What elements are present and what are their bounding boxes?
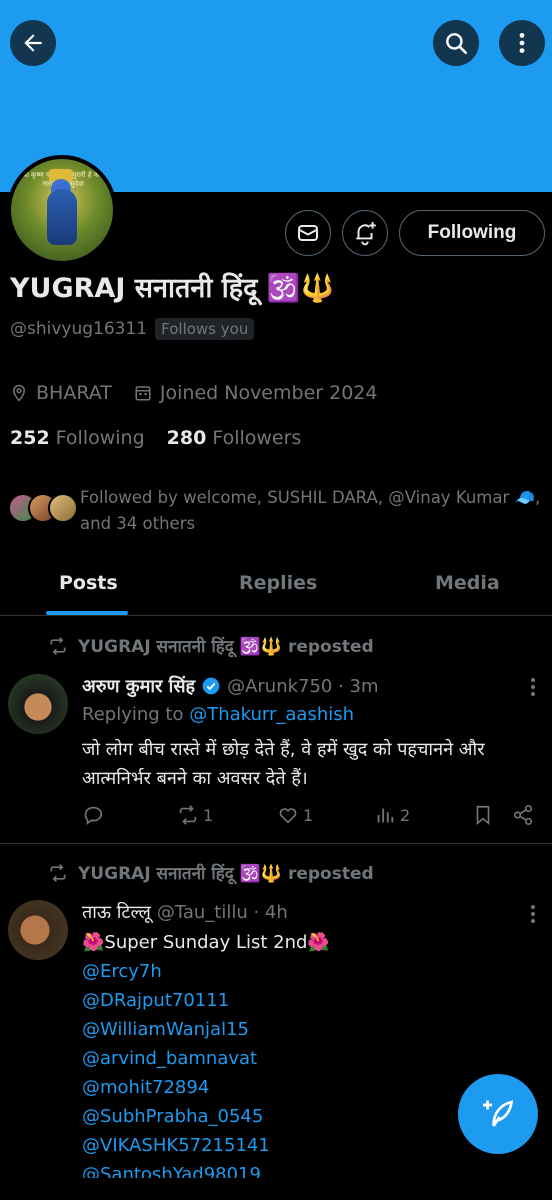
post-author-avatar[interactable] [8,674,68,734]
views-count: 2 [400,805,411,825]
replying-to: Replying to @Thakurr_aashish [82,704,354,725]
compose-button[interactable] [458,1074,538,1154]
repost-indicator: YUGRAJ सनातनी हिंदू 🕉️🔱 reposted [48,861,374,884]
profile-meta: BHARAT Joined November 2024 [10,382,399,404]
post-handle-time: @Arunk750 · 3m [227,675,379,697]
post-header: अरुण कुमार सिंह @Arunk750 · 3m [82,674,379,698]
post-more-button[interactable] [524,903,542,925]
followers-count-link[interactable]: 280 Followers [167,427,302,449]
tab-media[interactable]: Media [435,572,500,594]
calendar-icon [135,386,151,401]
post-title: 🌺Super Sunday List 2nd🌺 [82,932,330,953]
location-text: BHARAT [36,382,112,404]
post-author-avatar[interactable] [8,900,68,960]
mention-link[interactable]: @DRajput70111 [82,986,544,1015]
arrow-left-icon [24,34,42,52]
share-button[interactable] [512,804,534,826]
profile-tabs: Posts Replies Media [0,556,552,616]
like-button[interactable]: 1 [277,804,313,826]
compose-feather-icon [483,1100,514,1127]
mention-link[interactable]: @Ercy7h [82,957,544,986]
repost-icon [50,863,66,882]
following-count: 252 [10,427,50,449]
search-button[interactable] [433,20,479,66]
post-author[interactable]: ताऊ टिल्लू [82,900,151,924]
joined-text: Joined November 2024 [159,382,378,404]
bookmark-button[interactable] [472,804,494,826]
followers-label: Followers [212,427,302,449]
follows-you-badge: Follows you [155,318,255,340]
post-more-button[interactable] [524,676,542,698]
followers-count: 280 [166,427,207,449]
follow-counts: 252 Following 280 Followers [10,427,301,449]
bell-plus-icon [356,222,376,246]
post-author[interactable]: अरुण कुमार सिंह [82,674,195,698]
avatar-image: श्री कृष्ण गोविंद हरे मुरारी हे नाथ नारा… [11,159,113,261]
following-button[interactable]: Following [399,210,545,256]
post-text: 🌺Super Sunday List 2nd🌺 @Ercy7h @DRajput… [82,928,544,1189]
handle-row: @shivyug16311 Follows you [10,318,255,340]
replying-prefix: Replying to [82,704,190,725]
reply-button[interactable] [82,804,104,826]
profile-name: YUGRAJ सनातनी हिंदू 🕉️🔱 [10,273,335,304]
profile-handle: @shivyug16311 [10,319,148,339]
mail-icon [298,225,318,241]
views-button[interactable]: 2 [374,804,410,826]
post-header: ताऊ टिल्लू @Tau_tillu · 4h [82,900,288,924]
repost-icon [50,636,66,655]
like-count: 1 [303,805,314,825]
post-actions: 1 1 2 [82,804,544,832]
post-handle-time: @Tau_tillu · 4h [156,901,288,923]
followed-by-text: Followed by welcome, SUSHIL DARA, @Vinay… [80,488,541,533]
repost-label: YUGRAJ सनातनी हिंदू 🕉️🔱 reposted [78,637,374,657]
repost-indicator: YUGRAJ सनातनी हिंदू 🕉️🔱 reposted [48,634,374,657]
bottom-edge [0,1178,552,1200]
search-icon [446,33,468,55]
views-chart-icon [377,808,394,823]
more-options-button[interactable] [499,20,545,66]
post-text: जो लोग बीच रास्ते में छोड़ देते हैं, वे … [82,739,485,789]
active-tab-indicator [46,611,128,615]
post-divider [0,843,552,844]
mention-link[interactable]: @WilliamWanjal15 [82,1015,544,1044]
retweet-button[interactable]: 1 [177,804,213,826]
follower-avatar [48,493,78,523]
notify-button[interactable] [342,210,388,256]
followed-by[interactable]: Followed by welcome, SUSHIL DARA, @Vinay… [8,485,548,541]
retweet-count: 1 [203,805,214,825]
reply-icon [84,806,103,825]
verified-badge-icon [202,677,220,695]
message-button[interactable] [285,210,331,256]
profile-avatar[interactable]: श्री कृष्ण गोविंद हरे मुरारी हे नाथ नारा… [7,155,117,265]
following-label: Following [55,427,145,449]
bookmark-icon [476,805,490,826]
more-vertical-icon [519,33,525,53]
mention-link[interactable]: @arvind_bamnavat [82,1044,544,1073]
back-button[interactable] [10,20,56,66]
following-count-link[interactable]: 252 Following [10,427,145,449]
location-icon [12,384,26,402]
retweet-icon [179,805,197,825]
tab-posts[interactable]: Posts [59,572,118,594]
share-icon [513,805,533,825]
tab-replies[interactable]: Replies [239,572,317,594]
heart-icon [279,808,297,824]
replying-to-link[interactable]: @Thakurr_aashish [189,704,354,725]
repost-label: YUGRAJ सनातनी हिंदू 🕉️🔱 reposted [78,864,374,884]
